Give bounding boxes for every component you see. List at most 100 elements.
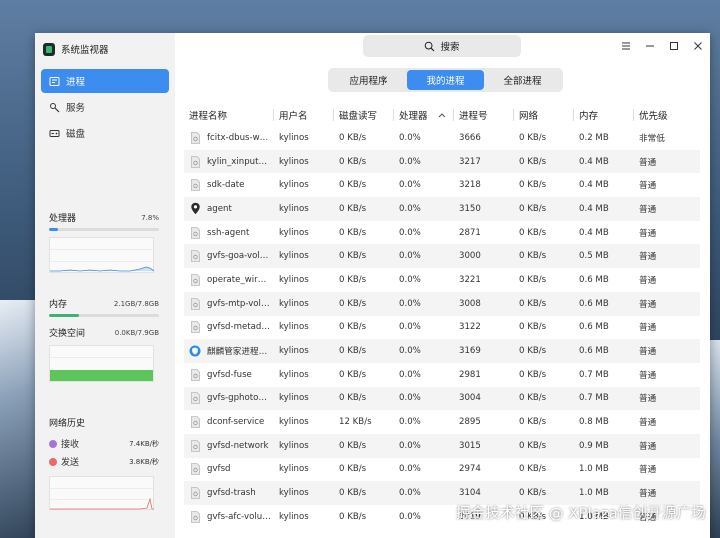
cpu-cell: 0.0% (399, 511, 421, 522)
column-header-user[interactable]: 用户名 (274, 104, 334, 126)
memory-cell: 0.6 MB (579, 274, 609, 285)
column-header-pid[interactable]: 进程号 (454, 104, 514, 126)
process-file-icon (189, 226, 201, 239)
network-cell: 0 KB/s (519, 180, 547, 191)
pid-cell: 3169 (459, 346, 481, 357)
cpu-cell: 0.0% (399, 132, 421, 143)
process-table: 进程名称 用户名 磁盘读写 处理器 进程号 网络 内存 优先级 fcitx-db… (184, 104, 700, 529)
pid-cell: 3015 (459, 440, 481, 451)
disk-cell: 0 KB/s (339, 346, 367, 357)
sidebar-item-disk[interactable]: 磁盘 (41, 121, 169, 145)
priority-cell: 普通 (639, 418, 657, 429)
swap-value: 0.0KB/7.9GB (114, 328, 159, 337)
priority-cell: 普通 (639, 489, 657, 500)
table-row[interactable]: gvfs-mtp-vol… kylinos 0 KB/s 0.0% 3008 0 KB/s… (184, 291, 700, 316)
wallpaper-left (0, 300, 40, 538)
column-header-network[interactable]: 网络 (514, 104, 574, 126)
process-name: gvfsd-network (207, 440, 269, 451)
cpu-graph (49, 237, 155, 273)
column-label: 网络 (519, 111, 539, 122)
memory-cell: 0.7 MB (579, 393, 609, 404)
cpu-cell: 0.0% (399, 251, 421, 262)
search-box[interactable]: 搜索 (363, 35, 521, 57)
column-label: 磁盘读写 (339, 111, 378, 122)
network-cell: 0 KB/s (519, 227, 547, 238)
table-row[interactable]: dconf-service kylinos 12 KB/s 0.0% 2895 0 KB/… (184, 410, 700, 434)
table-row[interactable]: gvfsd-fuse kylinos 0 KB/s 0.0% 2981 0 KB/s 0.7… (184, 363, 700, 387)
kylin-shield-icon (189, 345, 201, 358)
swap-panel: 交换空间 0.0KB/7.9GB (49, 326, 159, 382)
priority-cell: 普通 (639, 228, 657, 239)
sidebar-item-service[interactable]: 服务 (41, 95, 169, 119)
process-file-icon (189, 250, 201, 263)
column-label: 进程号 (459, 111, 488, 122)
disk-cell: 0 KB/s (339, 227, 367, 238)
table-row[interactable]: kylin_xinput… kylinos 0 KB/s 0.0% 3217 0 KB/s… (184, 149, 700, 174)
disk-cell: 0 KB/s (339, 298, 367, 309)
pid-cell: 2895 (459, 417, 481, 428)
user-cell: kylinos (279, 203, 309, 214)
pid-cell: 3000 (459, 251, 481, 262)
priority-cell: 非常低 (639, 133, 665, 144)
column-header-memory[interactable]: 内存 (574, 104, 634, 126)
table-row[interactable]: agent kylinos 0 KB/s 0.0% 3150 0 KB/s 0.4 MB 普通 (184, 197, 700, 221)
memory-cell: 0.7 MB (579, 369, 609, 380)
process-name-cell: gvfs-gphoto… (184, 392, 274, 405)
process-file-icon (189, 131, 201, 144)
priority-cell: 普通 (639, 275, 657, 286)
sidebar-item-process[interactable]: 进程 (41, 69, 169, 93)
sidebar-item-label: 进程 (66, 77, 86, 88)
priority-cell: 普通 (639, 370, 657, 381)
sidebar: 系统监视器 进程 服务 磁盘 处理器 7.8% 内存 2.1GB/7.8GB 交… (35, 33, 175, 538)
table-row[interactable]: operate_wir… kylinos 0 KB/s 0.0% 3221 0 KB/s 0… (184, 268, 700, 292)
memory-cell: 0.6 MB (579, 322, 609, 333)
process-file-icon (189, 510, 201, 523)
network-cell: 0 KB/s (519, 298, 547, 309)
window-controls (614, 38, 710, 54)
table-row[interactable]: ssh-agent kylinos 0 KB/s 0.0% 2871 0 KB/s 0.4 … (184, 221, 700, 245)
search-icon (425, 41, 435, 51)
memory-panel: 内存 2.1GB/7.8GB (49, 297, 159, 317)
memory-bar-fill (49, 314, 79, 317)
process-file-icon (189, 297, 201, 310)
maximize-icon (670, 42, 678, 50)
user-cell: kylinos (279, 227, 309, 238)
swap-graph-fill (50, 370, 153, 381)
column-header-name[interactable]: 进程名称 (184, 104, 274, 126)
maximize-button[interactable] (662, 38, 686, 54)
memory-cell: 0.6 MB (579, 346, 609, 357)
memory-cell: 1.0 MB (579, 488, 609, 499)
memory-cell: 0.4 MB (579, 227, 609, 238)
table-row[interactable]: 麒麟管家进程… kylinos 0 KB/s 0.0% 3169 0 KB/s 0.6 MB… (184, 339, 700, 363)
tab-all-processes[interactable]: 全部进程 (484, 70, 561, 90)
table-row[interactable]: gvfs-goa-vol… kylinos 0 KB/s 0.0% 3000 0 KB/s… (184, 244, 700, 269)
column-header-disk[interactable]: 磁盘读写 (334, 104, 394, 126)
user-cell: kylinos (279, 511, 309, 522)
column-header-priority[interactable]: 优先级 (634, 104, 700, 126)
table-row[interactable]: gvfsd-network kylinos 0 KB/s 0.0% 3015 0 KB/s… (184, 433, 700, 458)
app-title-bar: 系统监视器 (43, 41, 109, 57)
tab-applications[interactable]: 应用程序 (330, 70, 407, 90)
process-file-icon (189, 273, 201, 286)
memory-cell: 0.8 MB (579, 417, 609, 428)
table-row[interactable]: fcitx-dbus-w… kylinos 0 KB/s 0.0% 3666 0 KB/s… (184, 126, 700, 150)
column-header-cpu[interactable]: 处理器 (394, 104, 454, 126)
table-row[interactable]: sdk-date kylinos 0 KB/s 0.0% 3218 0 KB/s 0.4 M… (184, 173, 700, 197)
process-name: fcitx-dbus-w… (207, 132, 269, 143)
process-name: agent (207, 203, 232, 214)
menu-button[interactable] (614, 38, 638, 54)
user-cell: kylinos (279, 251, 309, 262)
network-cell: 0 KB/s (519, 346, 547, 357)
recv-label: 接收 (61, 440, 80, 450)
process-name-cell: gvfsd-network (184, 439, 274, 452)
watermark: 掘金技术社区 @ XPlaza信创开源广场 (455, 506, 706, 522)
table-row[interactable]: gvfs-gphoto… kylinos 0 KB/s 0.0% 3004 0 KB/s 0… (184, 386, 700, 411)
tab-my-processes[interactable]: 我的进程 (407, 70, 484, 90)
network-cell: 0 KB/s (519, 274, 547, 285)
close-button[interactable] (686, 38, 710, 54)
table-row[interactable]: gvfsd-metad… kylinos 0 KB/s 0.0% 3122 0 KB/s 0… (184, 316, 700, 340)
table-row[interactable]: gvfsd kylinos 0 KB/s 0.0% 2974 0 KB/s 1.0 MB 普通 (184, 458, 700, 482)
user-cell: kylinos (279, 464, 309, 475)
minimize-button[interactable] (638, 38, 662, 54)
location-pin-icon (189, 202, 201, 215)
